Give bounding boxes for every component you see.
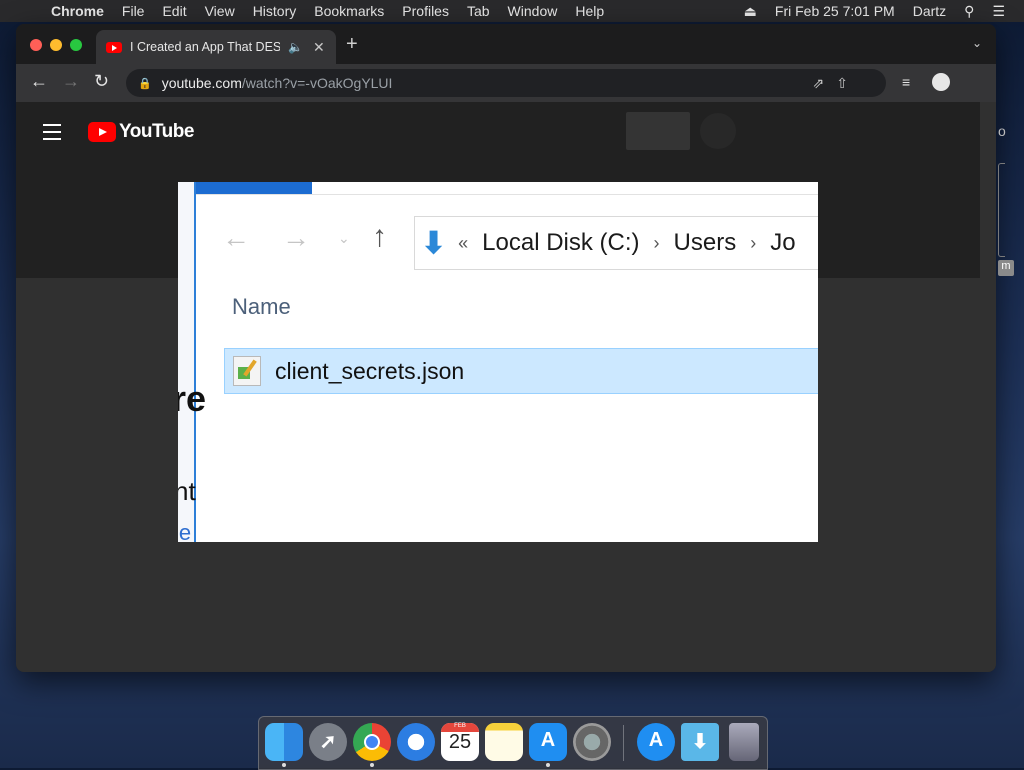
menu-window[interactable]: Window — [499, 3, 567, 19]
explorer-forward-arrow-icon: → — [282, 222, 310, 253]
menu-history[interactable]: History — [244, 3, 306, 19]
safari-icon[interactable] — [397, 723, 435, 761]
tab-youtube-video[interactable]: I Created an App That DES 🔈 ✕ — [96, 30, 336, 64]
video-bg-text-fragment: nt — [178, 476, 196, 506]
finder-icon[interactable] — [265, 723, 303, 761]
forward-arrow-icon[interactable]: → — [62, 71, 80, 92]
menu-edit[interactable]: Edit — [153, 3, 195, 19]
profile-avatar-icon[interactable] — [932, 73, 950, 91]
share-icon[interactable]: ⇧ — [836, 75, 848, 92]
youtube-wordmark: YouTube — [119, 121, 194, 142]
explorer-crumb-chevron-icon: › — [750, 232, 757, 253]
menu-app-name[interactable]: Chrome — [42, 3, 113, 19]
launchpad-icon[interactable]: ➚ — [309, 723, 347, 761]
video-bg-text-fragment: le — [178, 520, 192, 542]
explorer-file-row: client_secrets.json — [224, 348, 818, 394]
menu-help[interactable]: Help — [566, 3, 613, 19]
calendar-icon[interactable]: FEB 25 — [441, 723, 479, 761]
video-bg-text-fragment: re — [178, 378, 207, 419]
running-indicator — [370, 763, 374, 767]
back-arrow-icon[interactable]: ← — [30, 71, 48, 92]
downloads-folder-icon[interactable]: ⬇ — [681, 723, 719, 761]
app-store-icon[interactable]: A — [637, 723, 675, 761]
open-in-app-icon[interactable]: ⇗ — [813, 75, 825, 92]
explorer-file-name: client_secrets.json — [275, 357, 465, 384]
audio-playing-icon[interactable]: 🔈 — [288, 40, 303, 54]
menu-user[interactable]: Dartz — [904, 3, 955, 19]
minimize-window-button[interactable] — [50, 39, 62, 51]
explorer-up-arrow-icon: ↑ — [372, 220, 387, 253]
menu-bookmarks[interactable]: Bookmarks — [305, 3, 393, 19]
explorer-recent-chevron-icon: ⌄ — [338, 230, 350, 246]
control-center-icon[interactable]: ☰ — [983, 3, 1014, 20]
menu-bar: Chrome File Edit View History Bookmarks … — [0, 0, 1024, 22]
menu-tab[interactable]: Tab — [458, 3, 499, 19]
explorer-crumb: Users — [673, 229, 737, 256]
app-store-icon[interactable]: A — [529, 723, 567, 761]
explorer-download-icon: ⬇ — [421, 226, 447, 260]
menu-view[interactable]: View — [196, 3, 244, 19]
lock-icon[interactable]: 🔒 — [138, 77, 152, 90]
close-tab-icon[interactable]: ✕ — [313, 39, 325, 56]
explorer-back-arrow-icon: ← — [222, 222, 250, 253]
explorer-overflow-icon: « — [458, 232, 469, 253]
menu-profiles[interactable]: Profiles — [393, 3, 458, 19]
explorer-crumb: Jo — [770, 229, 796, 256]
address-bar[interactable]: 🔒 youtube.com/watch?v=-vOakOgYLUI ⇗ ⇧ — [126, 69, 886, 97]
background-window-edge: o m — [998, 118, 1024, 278]
reload-icon[interactable]: ↻ — [94, 71, 109, 92]
zoom-window-button[interactable] — [70, 39, 82, 51]
menu-file[interactable]: File — [113, 3, 154, 19]
running-indicator — [282, 763, 286, 767]
system-preferences-icon[interactable] — [573, 723, 611, 761]
dock: ➚ FEB 25 A A ⬇ — [258, 716, 768, 770]
tab-search-chevron-icon[interactable]: ⌄ — [972, 36, 982, 50]
address-path: /watch?v=-vOakOgYLUI — [241, 75, 393, 91]
youtube-logo[interactable]: YouTube — [88, 121, 194, 143]
tab-title: I Created an App That DES — [130, 40, 280, 54]
json-file-icon — [233, 356, 261, 386]
youtube-page: YouTube re nt le ← → ⌄ ↑ ⬇ « Local Disk … — [16, 102, 996, 672]
spotlight-search-icon[interactable]: ⚲ — [955, 3, 983, 20]
youtube-favicon-icon — [106, 41, 122, 53]
hamburger-menu-icon[interactable] — [43, 124, 61, 140]
explorer-address-bar: ⬇ « Local Disk (C:) › Users › Jo — [414, 216, 818, 270]
explorer-crumb-chevron-icon: › — [653, 232, 660, 253]
video-explorer-divider — [196, 194, 818, 195]
address-host: youtube.com — [161, 75, 242, 91]
background-window-text: o — [998, 123, 1006, 139]
youtube-play-icon — [88, 122, 116, 142]
video-explorer-ribbon — [196, 182, 312, 194]
dock-divider — [623, 725, 624, 761]
browser-toolbar: ← → ↻ 🔒 youtube.com/watch?v=-vOakOgYLUI … — [16, 64, 996, 102]
chrome-icon[interactable] — [353, 723, 391, 761]
new-tab-button[interactable]: + — [346, 33, 358, 56]
close-window-button[interactable] — [30, 39, 42, 51]
menu-bar-status: ⏏ Fri Feb 25 7:01 PM Dartz ⚲ ☰ — [735, 3, 1024, 20]
eject-icon[interactable]: ⏏ — [735, 3, 766, 20]
trash-icon[interactable] — [729, 723, 759, 761]
chrome-window: I Created an App That DES 🔈 ✕ + ⌄ ← → ↻ … — [16, 24, 996, 672]
background-window-badge: m — [998, 260, 1014, 276]
media-queue-icon[interactable]: ≡ — [902, 74, 910, 90]
notes-icon[interactable] — [485, 723, 523, 761]
tab-strip: I Created an App That DES 🔈 ✕ + ⌄ — [16, 24, 996, 64]
loading-placeholder-button — [626, 112, 690, 150]
explorer-column-header: Name — [232, 294, 291, 319]
explorer-crumb: Local Disk (C:) — [482, 229, 640, 256]
menu-clock[interactable]: Fri Feb 25 7:01 PM — [766, 3, 904, 19]
video-player[interactable]: re nt le ← → ⌄ ↑ ⬇ « Local Disk (C:) › U… — [178, 182, 818, 542]
running-indicator — [546, 763, 550, 767]
calendar-day: 25 — [448, 731, 472, 753]
loading-placeholder-avatar — [700, 113, 736, 149]
background-window-frame — [998, 163, 1005, 257]
